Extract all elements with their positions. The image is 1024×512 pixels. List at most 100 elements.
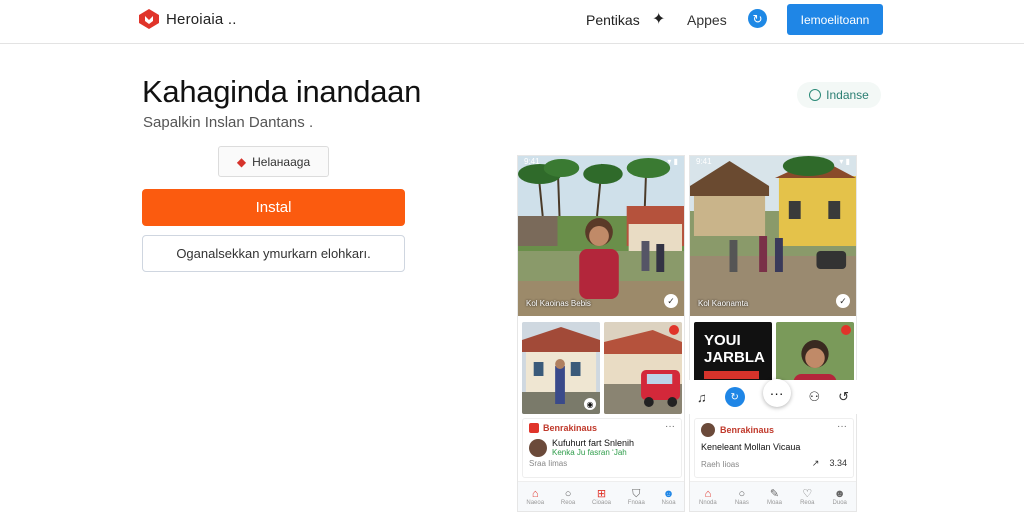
shield-icon: ⛉ <box>632 487 641 500</box>
post-card-header: Benrakinaus <box>529 423 675 433</box>
village-street-photo-illustration <box>690 156 856 316</box>
sparkle-icon[interactable]: ✦ <box>652 9 665 29</box>
publisher-badge[interactable]: ◆ Helaнaaga <box>218 146 329 177</box>
notification-dot <box>669 325 679 335</box>
status-time: 9:41 <box>524 157 540 166</box>
install-button[interactable]: Instal <box>142 189 405 226</box>
music-icon[interactable]: ♫ <box>697 390 707 405</box>
profile-icon: ☻ <box>833 487 846 500</box>
bottom-nav-label: Reoa <box>560 499 576 506</box>
post-timestamp: Raeh Iioas <box>701 460 740 469</box>
post-timestamp: Sraa Iimas <box>529 459 568 468</box>
share-arrow-icon[interactable]: ↗ <box>812 458 820 469</box>
post-actions: ↗ 3.34 <box>812 458 847 469</box>
bottom-nav-search[interactable]: ○ Naas <box>735 488 749 506</box>
bottom-nav-saved[interactable]: ⛉ Fnoaa <box>628 488 645 506</box>
bottom-nav-label: Naeoa <box>526 499 545 506</box>
add-box-icon: ⊞ <box>596 487 607 500</box>
nav-link-apps[interactable]: Appes <box>687 12 727 28</box>
edit-icon: ✎ <box>769 487 780 500</box>
bottom-nav-label: Reoa <box>800 499 815 506</box>
thumbnail-row: ◉ <box>522 322 682 414</box>
bottom-nav-favorites[interactable]: ♡ Reoa <box>800 488 814 506</box>
thumbnail-2[interactable] <box>604 322 682 414</box>
header-cta-button[interactable]: Iemoelitoann <box>787 4 883 35</box>
bottom-nav-edit[interactable]: ✎ Moaa <box>767 488 782 506</box>
bottom-nav-label: Moaa <box>766 499 782 506</box>
bottom-nav-home[interactable]: ⌂ Naeoa <box>526 488 544 506</box>
status-icons: ▾ ▮ <box>667 157 678 166</box>
nav-link-pentikas[interactable]: Pentikas <box>586 12 640 28</box>
status-bar: 9:41 ▾ ▮ <box>518 156 684 167</box>
check-icon[interactable]: ✓ <box>664 294 678 308</box>
secondary-button[interactable]: Oganalsekkan ymurkarn elohkarı. <box>142 235 405 272</box>
search-icon: ○ <box>564 487 572 500</box>
bottom-nav-profile[interactable]: ☻ Duoa <box>833 488 847 506</box>
page-subtitle: Sapalkin Inslan Dantans . <box>143 114 314 131</box>
publisher-avatar-icon <box>529 423 539 433</box>
post-title: Keneleant Mollan Vicaua <box>701 442 801 452</box>
home-icon: ⌂ <box>531 487 539 500</box>
post-count: 3.34 <box>829 458 847 468</box>
hero-photo <box>690 156 856 316</box>
app-screenshot-1: 9:41 ▾ ▮ Kol Kaoinas Bebis ✓ ◉ Benrakina… <box>517 155 685 512</box>
bottom-nav-create[interactable]: ⊞ Cioaoa <box>592 488 611 506</box>
check-icon[interactable]: ✓ <box>836 294 850 308</box>
more-options-icon[interactable]: ··· <box>665 421 675 432</box>
avatar <box>529 438 547 457</box>
post-card-header: Benrakinaus <box>701 423 847 437</box>
brand-logo[interactable]: Heroiaia .. <box>138 8 237 30</box>
feature-pill-label: Indanse <box>826 88 869 102</box>
person-icon[interactable]: ⚇ <box>809 389 821 405</box>
brand-logo-icon <box>139 9 159 29</box>
brand-name: Heroiaia .. <box>166 10 237 28</box>
bottom-nav-label: Nsoa <box>661 499 676 506</box>
post-card[interactable]: Benrakinaus ··· Keneleant Mollan Vicaua … <box>694 418 854 478</box>
bottom-navigation: ⌂ Nnoda ○ Naas ✎ Moaa ♡ Reoa ☻ Duoa <box>690 481 856 511</box>
thumb-action-icon[interactable]: ◉ <box>584 398 596 410</box>
post-card[interactable]: Benrakinaus ··· Kufuhurt fart Snlenih Ke… <box>522 418 682 478</box>
feature-pill[interactable]: Indanse <box>797 82 881 108</box>
search-icon: ○ <box>738 487 746 500</box>
photo-caption: Kol Kaoinas Bebis <box>526 299 591 308</box>
notification-dot <box>841 325 851 335</box>
bottom-nav-label: Naas <box>734 499 749 506</box>
post-meta: Kenka Ju fasran ʻJah <box>552 448 627 457</box>
bottom-nav-home[interactable]: ⌂ Nnoda <box>699 488 717 506</box>
status-bar: 9:41 ▾ ▮ <box>690 156 856 167</box>
village-photo-illustration <box>518 156 684 316</box>
home-icon: ⌂ <box>704 487 712 500</box>
bottom-nav-label: Nnoda <box>699 499 717 506</box>
bottom-nav-search[interactable]: ○ Reoa <box>561 488 575 506</box>
post-card-header-label: Benrakinaus <box>543 423 598 433</box>
bottom-nav-label: Duoa <box>832 499 847 506</box>
bottom-nav-label: Fnoaa <box>627 499 645 506</box>
heart-icon: ♡ <box>802 487 813 500</box>
photo-caption: Kol Kaonamta <box>698 299 749 308</box>
avatar <box>701 423 715 437</box>
poster-title: YOUI JARBLA <box>704 332 765 366</box>
page-title: Kahagindа inandaan <box>142 74 422 109</box>
app-screenshot-2: 9:41 ▾ ▮ Kol Kaonamta ✓ YOUI JARBLA Benr… <box>689 155 857 512</box>
media-action-bar: ♫ ↻ ··· ⚇ ↺ <box>689 379 857 414</box>
red-car-photo-illustration <box>604 322 682 414</box>
status-time: 9:41 <box>696 157 712 166</box>
thumbnail-1[interactable]: ◉ <box>522 322 600 414</box>
post-card-header-label: Benrakinaus <box>720 425 775 435</box>
poster-accent-bar <box>704 371 759 379</box>
publisher-badge-label: Helaнaaga <box>252 154 311 169</box>
profile-icon: ☻ <box>662 487 675 500</box>
bottom-nav-profile[interactable]: ☻ Nsoa <box>662 488 676 506</box>
more-options-icon[interactable]: ··· <box>762 379 791 407</box>
bottom-nav-label: Cioaoa <box>591 499 611 506</box>
more-options-icon[interactable]: ··· <box>837 421 847 432</box>
publisher-logo-icon: ◆ <box>236 154 247 169</box>
hero-photo <box>518 156 684 316</box>
post-title: Kufuhurt fart Snlenih <box>552 438 635 448</box>
post-card-footer: Raeh Iioas ↗ 3.34 <box>701 458 847 469</box>
refresh-icon[interactable]: ↻ <box>724 387 745 407</box>
bottom-navigation: ⌂ Naeoa ○ Reoa ⊞ Cioaoa ⛉ Fnoaa ☻ Nsoa <box>518 481 684 511</box>
share-icon[interactable]: ↻ <box>748 9 767 28</box>
status-icons: ▾ ▮ <box>839 157 850 166</box>
refresh-arrow-icon[interactable]: ↺ <box>838 389 849 405</box>
